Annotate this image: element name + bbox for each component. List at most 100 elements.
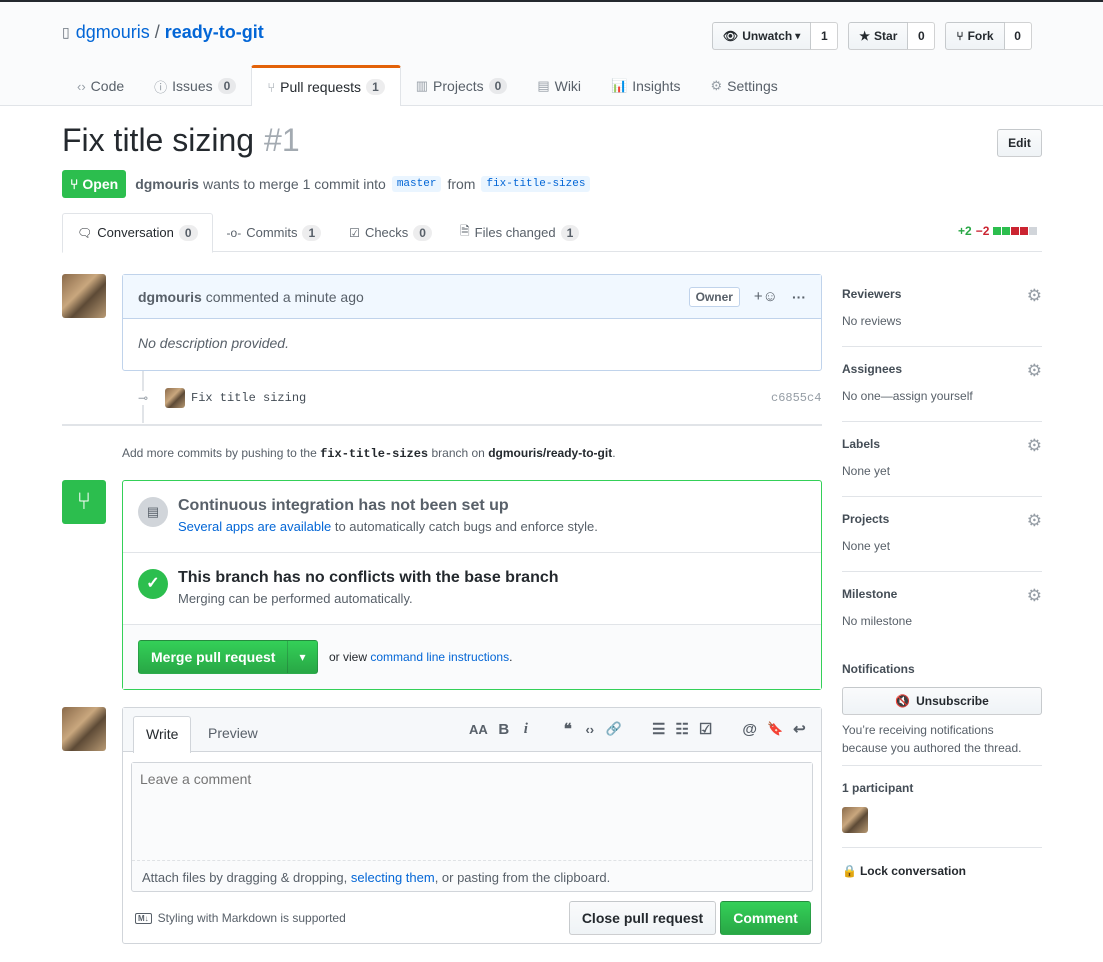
- comment-button[interactable]: Comment: [720, 901, 811, 935]
- sidebar-labels-title[interactable]: Labels: [842, 437, 880, 451]
- base-branch[interactable]: master: [391, 176, 442, 192]
- deletions: −2: [975, 224, 990, 238]
- pr-tab-conversation[interactable]: 🗨 Conversation 0: [62, 212, 213, 253]
- sidebar-labels: Labels ⚙ None yet: [842, 422, 1042, 497]
- diffstat: +2 −2: [958, 224, 1038, 238]
- sidebar-labels-value: None yet: [842, 464, 891, 478]
- unwatch-button[interactable]: 👁 Unwatch ▾: [712, 22, 812, 50]
- sidebar-milestone: Milestone ⚙ No milestone: [842, 572, 1042, 647]
- nav-tab-settings[interactable]: ⚙ Settings: [695, 66, 792, 106]
- repo-owner-link[interactable]: dgmouris: [76, 22, 150, 43]
- fork-count[interactable]: 0: [1004, 22, 1032, 50]
- star-count[interactable]: 0: [908, 22, 936, 50]
- editor-toolbar: AA Bi ❝ ‹› 🔗 ☰ ☷ ☑ @ 🔖 ↩: [469, 720, 806, 739]
- pr-tab-commits[interactable]: -o- Commits 1: [213, 213, 336, 252]
- avatar[interactable]: [62, 274, 106, 318]
- comment-textarea[interactable]: [132, 763, 812, 861]
- gear-icon[interactable]: ⚙: [1027, 361, 1042, 381]
- nav-tab-insights[interactable]: 📊 Insights: [596, 66, 695, 106]
- unsubscribe-button[interactable]: 🔇 Unsubscribe: [842, 687, 1042, 715]
- gear-icon[interactable]: ⚙: [1027, 511, 1042, 531]
- head-branch[interactable]: fix-title-sizes: [481, 176, 591, 192]
- lock-conversation-link[interactable]: 🔒 Lock conversation: [842, 864, 1042, 878]
- pr-tab-files-changed[interactable]: 🗎 Files changed 1: [446, 213, 593, 252]
- markdown-hint[interactable]: M↓ Styling with Markdown is supported: [135, 911, 346, 925]
- ordered-list-icon[interactable]: ☷: [675, 720, 688, 738]
- eye-icon: 👁: [723, 29, 739, 43]
- ci-section: ▤ Continuous integration has not been se…: [123, 481, 821, 553]
- hint-repo: dgmouris/ready-to-git: [488, 446, 613, 460]
- merge-button[interactable]: Merge pull request: [139, 641, 289, 673]
- commit-avatar[interactable]: [165, 388, 185, 408]
- commit-message[interactable]: Fix title sizing: [191, 391, 306, 405]
- sidebar-milestone-title[interactable]: Milestone: [842, 587, 897, 601]
- nav-tab-code[interactable]: ‹› Code: [62, 66, 139, 106]
- commit-sha[interactable]: c6855c4: [771, 391, 821, 405]
- merge-dropdown-caret[interactable]: ▾: [288, 641, 316, 673]
- sidebar: Reviewers ⚙ No reviews Assignees ⚙ No one…: [842, 272, 1042, 647]
- gear-icon[interactable]: ⚙: [1027, 436, 1042, 456]
- code-icon[interactable]: ‹›: [584, 722, 596, 737]
- sidebar-projects-title[interactable]: Projects: [842, 512, 889, 526]
- quote-icon[interactable]: ❝: [562, 720, 574, 738]
- pr-title-text: Fix title sizing: [62, 122, 255, 158]
- unordered-list-icon[interactable]: ☰: [652, 720, 665, 738]
- select-files-link[interactable]: selecting them: [351, 870, 435, 885]
- text-size-icon[interactable]: AA: [469, 722, 488, 737]
- pr-tabs: 🗨 Conversation 0 -o- Commits 1 ☑ Checks 0 🗎 Files …: [62, 212, 593, 253]
- participants-title: 1 participant: [842, 781, 914, 795]
- add-reaction-icon[interactable]: +☺: [754, 288, 778, 305]
- merge-button-group: Merge pull request ▾: [138, 640, 318, 674]
- nav-tab-projects[interactable]: ▥ Projects 0: [401, 66, 523, 106]
- nav-tab-issues[interactable]: ⓘ Issues 0: [139, 66, 251, 106]
- reply-icon[interactable]: ↩: [793, 720, 806, 738]
- diff-icon: 🗎: [459, 224, 470, 238]
- more-options-icon[interactable]: ···: [792, 289, 806, 305]
- mention-icon[interactable]: @: [742, 721, 757, 738]
- repo-name-link[interactable]: ready-to-git: [165, 22, 264, 43]
- preview-tab[interactable]: Preview: [208, 716, 258, 752]
- ci-apps-link[interactable]: Several apps are available: [178, 519, 331, 534]
- bookmark-icon[interactable]: 🔖: [767, 721, 783, 737]
- pr-tab-checks[interactable]: ☑ Checks 0: [335, 213, 446, 252]
- fork-button[interactable]: ⑂ Fork: [945, 22, 1005, 50]
- push-hint: Add more commits by pushing to the fix-t…: [122, 446, 616, 461]
- notifications-title: Notifications: [842, 662, 915, 676]
- italic-icon[interactable]: i: [520, 721, 532, 738]
- write-tab[interactable]: Write: [133, 716, 192, 753]
- action-star-group: ★ Star 0: [848, 22, 936, 50]
- comment-author[interactable]: dgmouris: [138, 289, 202, 305]
- edit-title-button[interactable]: Edit: [997, 129, 1042, 157]
- nav-tab-pull-requests[interactable]: ⑂ Pull requests 1: [251, 65, 401, 106]
- gear-icon[interactable]: ⚙: [1027, 286, 1042, 306]
- comment-meta[interactable]: commented a minute ago: [206, 289, 364, 305]
- tab-count: 1: [302, 224, 322, 241]
- caret-down-icon: ▾: [795, 30, 801, 42]
- current-user-avatar[interactable]: [62, 707, 106, 751]
- star-button[interactable]: ★ Star: [848, 22, 909, 50]
- nav-count: 0: [217, 78, 237, 94]
- bold-icon[interactable]: B: [498, 721, 510, 738]
- check-icon: ✓: [138, 569, 168, 599]
- star-icon: ★: [859, 29, 871, 43]
- command-line-link[interactable]: command line instructions: [370, 650, 509, 664]
- sidebar-reviewers-title[interactable]: Reviewers: [842, 287, 901, 301]
- conflict-title: This branch has no conflicts with the ba…: [178, 569, 559, 586]
- close-pr-button[interactable]: Close pull request: [569, 901, 716, 935]
- comment-body: No description provided.: [138, 335, 289, 351]
- link-icon[interactable]: 🔗: [606, 721, 622, 737]
- notifications-text: You’re receiving notifications because y…: [842, 723, 1022, 755]
- from-text: from: [447, 176, 476, 192]
- sidebar-assignees-title[interactable]: Assignees: [842, 362, 902, 376]
- tab-count: 0: [413, 224, 432, 241]
- commit-icon: ⊸: [136, 391, 150, 405]
- task-list-icon[interactable]: ☑: [699, 720, 712, 738]
- participant-avatar[interactable]: [842, 807, 868, 833]
- unwatch-count[interactable]: 1: [811, 22, 839, 50]
- repo-title: ▯ dgmouris / ready-to-git: [62, 22, 264, 43]
- nav-tab-wiki[interactable]: ▤ Wiki: [522, 66, 596, 106]
- gear-icon[interactable]: ⚙: [1027, 586, 1042, 606]
- pr-author[interactable]: dgmouris: [135, 176, 199, 192]
- checklist-icon: ☑: [349, 225, 360, 240]
- pull-request-icon: ⑂: [267, 79, 276, 95]
